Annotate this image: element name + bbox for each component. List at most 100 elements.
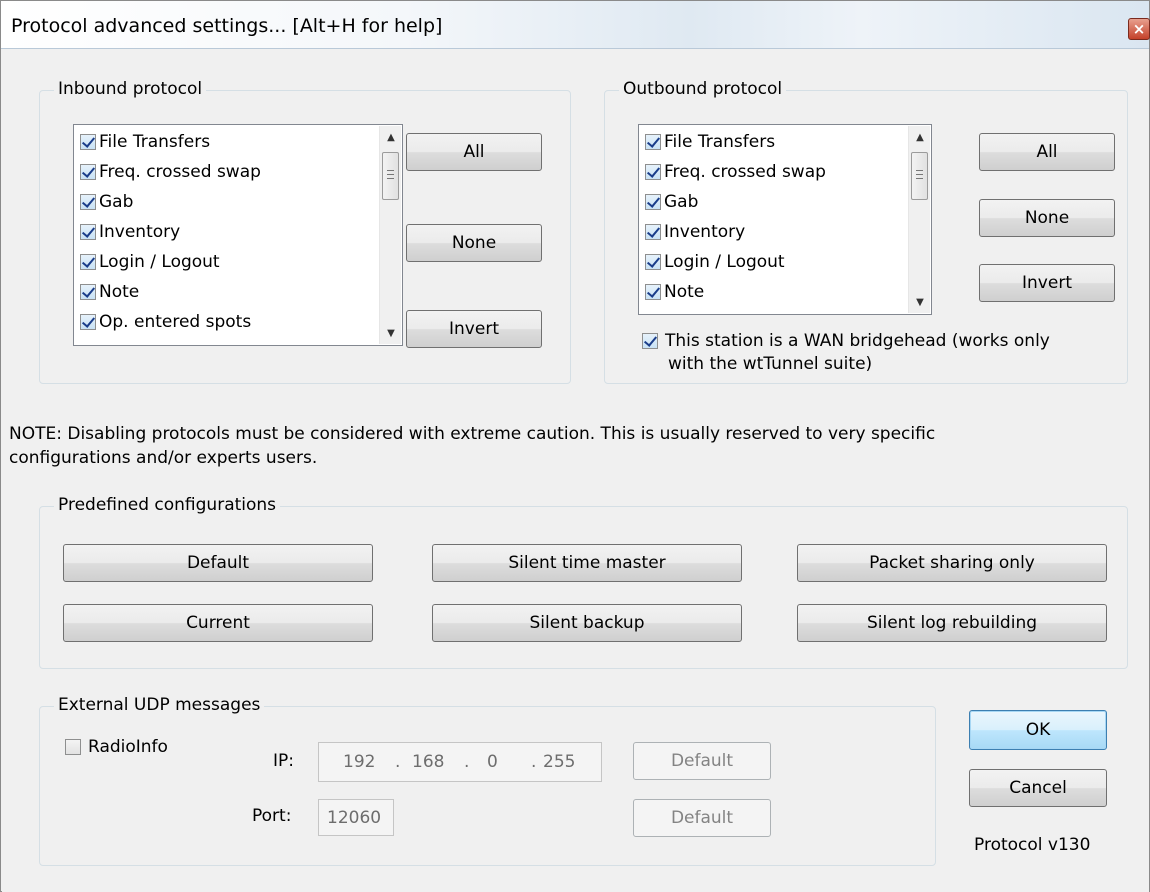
list-item-label: Freq. crossed swap xyxy=(664,162,826,182)
list-item-label: Login / Logout xyxy=(99,252,220,272)
ok-button[interactable]: OK xyxy=(969,710,1107,750)
list-item[interactable]: Inventory xyxy=(645,218,745,246)
inbound-list-scrollbar[interactable]: ▲ ▼ xyxy=(379,126,401,344)
list-item-label: Note xyxy=(664,282,705,302)
ip-octet-1: 192 xyxy=(343,752,376,772)
external-udp-group: External UDP messages RadioInfo IP: 192 … xyxy=(39,695,936,866)
checkbox-icon[interactable] xyxy=(645,284,661,300)
list-item-label: Login / Logout xyxy=(664,252,785,272)
silent-time-master-button[interactable]: Silent time master xyxy=(432,544,742,582)
list-item-label: File Transfers xyxy=(664,132,776,152)
packet-sharing-only-button[interactable]: Packet sharing only xyxy=(797,544,1107,582)
scroll-down-icon[interactable]: ▼ xyxy=(380,322,402,344)
note-line-2: configurations and/or experts users. xyxy=(9,448,318,468)
list-item[interactable]: File Transfers xyxy=(645,128,775,156)
protocol-version: Protocol v130 xyxy=(974,835,1091,855)
port-default-button[interactable]: Default xyxy=(633,799,771,837)
list-item[interactable]: Freq. crossed swap xyxy=(645,158,826,186)
outbound-invert-button[interactable]: Invert xyxy=(979,264,1115,302)
default-config-button[interactable]: Default xyxy=(63,544,373,582)
grip-line xyxy=(916,178,923,179)
window-title: Protocol advanced settings... [Alt+H for… xyxy=(11,15,443,37)
list-item[interactable]: Note xyxy=(80,278,139,306)
ip-dot: . xyxy=(464,752,470,772)
grip-line xyxy=(387,178,394,179)
radioinfo-option[interactable]: RadioInfo xyxy=(65,735,168,759)
scroll-up-icon[interactable]: ▲ xyxy=(380,126,402,148)
ip-dot: . xyxy=(395,752,401,772)
dialog-content: Inbound protocol File Transfers Freq. cr… xyxy=(2,50,1149,892)
outbound-protocol-group: Outbound protocol File Transfers Freq. c… xyxy=(604,79,1128,384)
checkbox-icon[interactable] xyxy=(80,284,96,300)
list-item[interactable]: Freq. crossed swap xyxy=(80,158,261,186)
checkbox-icon[interactable] xyxy=(645,134,661,150)
checkbox-icon[interactable] xyxy=(80,164,96,180)
ip-default-button[interactable]: Default xyxy=(633,742,771,780)
inbound-protocol-list[interactable]: File Transfers Freq. crossed swap Gab In… xyxy=(73,124,403,346)
list-item[interactable]: Gab xyxy=(645,188,698,216)
list-item-label: Gab xyxy=(99,192,134,212)
scroll-thumb[interactable] xyxy=(911,152,928,200)
checkbox-icon[interactable] xyxy=(80,134,96,150)
list-item[interactable]: Gab xyxy=(80,188,133,216)
wan-bridgehead-label: This station is a WAN bridgehead (works … xyxy=(665,331,1050,351)
scroll-down-icon[interactable]: ▼ xyxy=(909,291,931,313)
list-item[interactable]: Login / Logout xyxy=(645,248,785,276)
title-bar[interactable]: Protocol advanced settings... [Alt+H for… xyxy=(1,1,1150,49)
list-item[interactable]: Note xyxy=(645,278,704,306)
list-item[interactable]: Op. entered spots xyxy=(80,308,251,336)
checkbox-icon[interactable] xyxy=(80,254,96,270)
grip-line xyxy=(916,170,923,171)
current-config-button[interactable]: Current xyxy=(63,604,373,642)
checkbox-icon[interactable] xyxy=(645,224,661,240)
list-item-label: Op. entered spots xyxy=(99,312,252,332)
predefined-configurations-label: Predefined configurations xyxy=(54,495,281,515)
wan-bridgehead-checkbox[interactable] xyxy=(642,333,658,349)
outbound-all-button[interactable]: All xyxy=(979,133,1115,171)
grip-line xyxy=(387,170,394,171)
outbound-protocol-list[interactable]: File Transfers Freq. crossed swap Gab In… xyxy=(638,124,932,315)
cancel-button[interactable]: Cancel xyxy=(969,769,1107,807)
inbound-protocol-label: Inbound protocol xyxy=(54,79,207,99)
close-icon[interactable]: × xyxy=(1128,18,1150,40)
ip-octet-4: 255 xyxy=(543,752,576,772)
list-item-label: File Transfers xyxy=(99,132,211,152)
scroll-thumb[interactable] xyxy=(382,152,399,200)
list-item-label: Inventory xyxy=(99,222,181,242)
inbound-invert-button[interactable]: Invert xyxy=(406,310,542,348)
checkbox-icon[interactable] xyxy=(645,164,661,180)
list-item[interactable]: Login / Logout xyxy=(80,248,220,276)
ip-dot: . xyxy=(531,752,537,772)
scroll-up-icon[interactable]: ▲ xyxy=(909,126,931,148)
outbound-list-scrollbar[interactable]: ▲ ▼ xyxy=(908,126,930,313)
outbound-protocol-label: Outbound protocol xyxy=(619,79,787,99)
port-label: Port: xyxy=(252,806,292,826)
checkbox-icon[interactable] xyxy=(80,194,96,210)
port-field[interactable]: 12060 xyxy=(318,799,394,836)
inbound-none-button[interactable]: None xyxy=(406,224,542,262)
list-item[interactable]: Inventory xyxy=(80,218,180,246)
note-line-1: NOTE: Disabling protocols must be consid… xyxy=(9,424,936,444)
radioinfo-checkbox[interactable] xyxy=(65,739,81,755)
wan-bridgehead-option[interactable]: This station is a WAN bridgehead (works … xyxy=(642,329,1050,353)
silent-backup-button[interactable]: Silent backup xyxy=(432,604,742,642)
ip-address-field[interactable]: 192 . 168 . 0 . 255 xyxy=(318,742,602,782)
inbound-protocol-group: Inbound protocol File Transfers Freq. cr… xyxy=(39,79,571,384)
silent-log-rebuilding-button[interactable]: Silent log rebuilding xyxy=(797,604,1107,642)
list-item[interactable]: File Transfers xyxy=(80,128,210,156)
list-item-label: Note xyxy=(99,282,140,302)
ip-octet-2: 168 xyxy=(412,752,445,772)
list-item-label: Freq. crossed swap xyxy=(99,162,261,182)
outbound-none-button[interactable]: None xyxy=(979,199,1115,237)
external-udp-label: External UDP messages xyxy=(54,695,265,715)
wan-bridgehead-label-line2: with the wtTunnel suite) xyxy=(668,354,873,374)
checkbox-icon[interactable] xyxy=(645,194,661,210)
inbound-all-button[interactable]: All xyxy=(406,133,542,171)
port-value: 12060 xyxy=(327,807,382,828)
grip-line xyxy=(387,174,394,175)
checkbox-icon[interactable] xyxy=(645,254,661,270)
checkbox-icon[interactable] xyxy=(80,314,96,330)
ip-octet-3: 0 xyxy=(487,752,498,772)
predefined-configurations-group: Predefined configurations Default Silent… xyxy=(39,495,1128,669)
checkbox-icon[interactable] xyxy=(80,224,96,240)
